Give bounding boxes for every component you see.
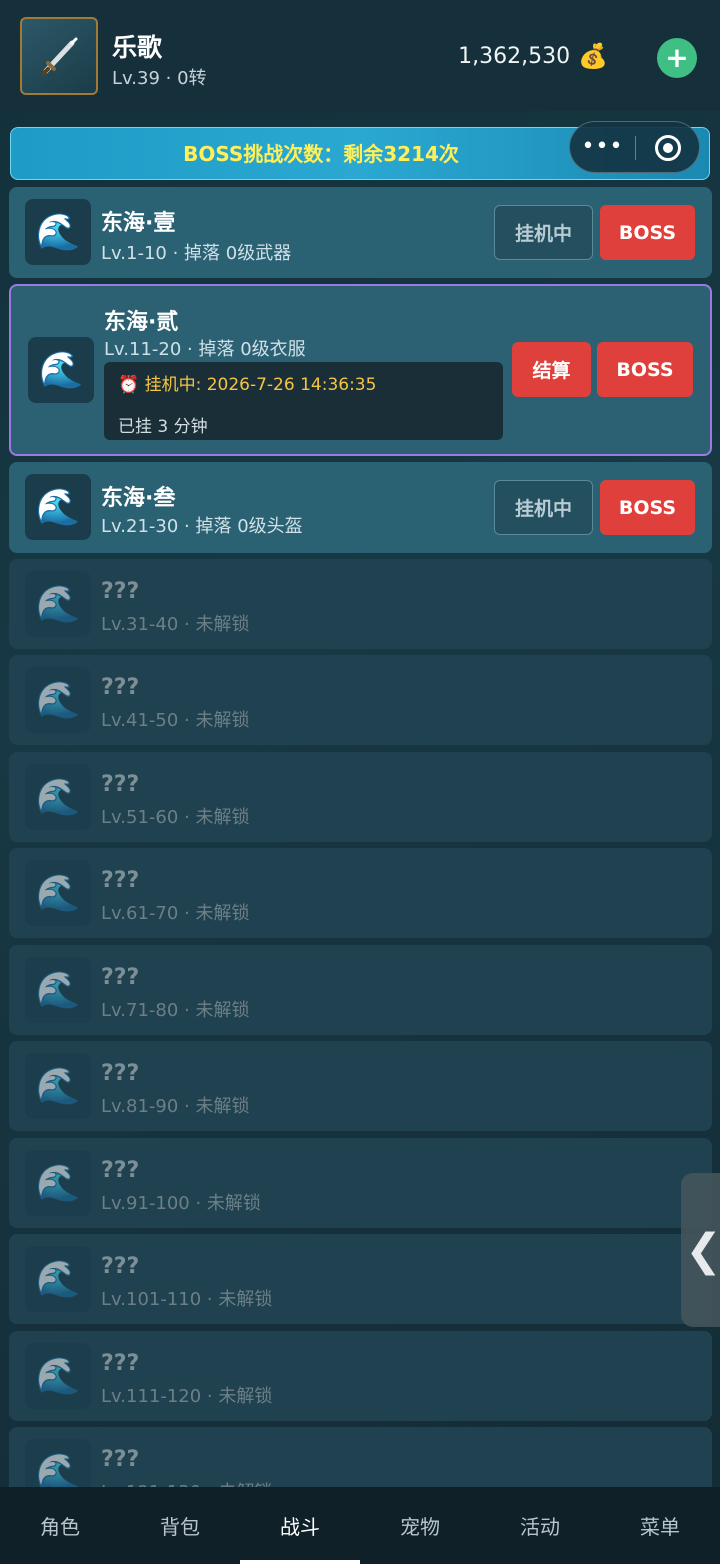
map-info: Lv.1-10 · 掉落 0级武器 bbox=[101, 243, 292, 264]
map-name: ??? bbox=[101, 965, 140, 990]
nav-tab-battle[interactable]: 战斗 bbox=[240, 1487, 360, 1564]
map-name: 东海·叁 bbox=[101, 486, 176, 511]
boss-button[interactable]: BOSS bbox=[600, 205, 695, 260]
boss-button[interactable]: BOSS bbox=[600, 480, 695, 535]
map-info: Lv.21-30 · 掉落 0级头盔 bbox=[101, 516, 303, 537]
wave-icon: 🌊 bbox=[25, 1343, 91, 1409]
map-card-locked[interactable]: 🌊 ??? Lv.71-80 · 未解锁 bbox=[9, 945, 712, 1035]
boss-button[interactable]: BOSS bbox=[597, 342, 693, 397]
wave-icon: 🌊 bbox=[25, 474, 91, 540]
wave-icon: 🌊 bbox=[25, 860, 91, 926]
nav-tab-menu[interactable]: 菜单 bbox=[600, 1487, 720, 1564]
map-card-locked[interactable]: 🌊 ??? Lv.111-120 · 未解锁 bbox=[9, 1331, 712, 1421]
map-info: Lv.41-50 · 未解锁 bbox=[101, 710, 250, 731]
map-name: ??? bbox=[101, 868, 140, 893]
map-name: ??? bbox=[101, 579, 140, 604]
map-name: ??? bbox=[101, 1351, 140, 1376]
map-info: Lv.121-130 · 未解锁 bbox=[101, 1478, 272, 1487]
idle-start-text: 挂机中: 2026-7-26 14:36:35 bbox=[144, 375, 377, 395]
wave-icon: 🌊 bbox=[25, 667, 91, 733]
nav-tab-character[interactable]: 角色 bbox=[0, 1487, 120, 1564]
map-info: Lv.111-120 · 未解锁 bbox=[101, 1386, 273, 1407]
map-name: 东海·贰 bbox=[104, 310, 179, 335]
idle-start-time: ⏰ 挂机中: 2026-7-26 14:36:35 bbox=[118, 370, 376, 395]
map-name: ??? bbox=[101, 1254, 140, 1279]
map-name: ??? bbox=[101, 1061, 140, 1086]
map-card-locked[interactable]: 🌊 ??? Lv.101-110 · 未解锁 bbox=[9, 1234, 712, 1324]
map-card-locked[interactable]: 🌊 ??? Lv.81-90 · 未解锁 bbox=[9, 1041, 712, 1131]
map-info: Lv.81-90 · 未解锁 bbox=[101, 1096, 250, 1117]
map-info: Lv.71-80 · 未解锁 bbox=[101, 1000, 250, 1021]
alarm-clock-icon: ⏰ bbox=[118, 375, 140, 395]
wave-icon: 🌊 bbox=[25, 571, 91, 637]
bottom-nav: 角色 背包 战斗 宠物 活动 菜单 bbox=[0, 1487, 720, 1564]
settle-button[interactable]: 结算 bbox=[512, 342, 591, 397]
nav-tab-bag[interactable]: 背包 bbox=[120, 1487, 240, 1564]
wave-icon: 🌊 bbox=[25, 957, 91, 1023]
idle-status-button[interactable]: 挂机中 bbox=[494, 480, 593, 535]
map-card-locked[interactable]: 🌊 ??? Lv.41-50 · 未解锁 bbox=[9, 655, 712, 745]
wave-icon: 🌊 bbox=[25, 764, 91, 830]
idle-status-button[interactable]: 挂机中 bbox=[494, 205, 593, 260]
map-card-locked[interactable]: 🌊 ??? Lv.61-70 · 未解锁 bbox=[9, 848, 712, 938]
nav-tab-activity[interactable]: 活动 bbox=[480, 1487, 600, 1564]
map-name: 东海·壹 bbox=[101, 211, 176, 236]
wave-icon: 🌊 bbox=[25, 199, 91, 265]
wave-icon: 🌊 bbox=[25, 1150, 91, 1216]
map-name: ??? bbox=[101, 772, 140, 797]
map-info: Lv.91-100 · 未解锁 bbox=[101, 1193, 261, 1214]
map-info: Lv.61-70 · 未解锁 bbox=[101, 903, 250, 924]
wave-icon: 🌊 bbox=[28, 337, 94, 403]
idle-duration: 已挂 3 分钟 bbox=[118, 417, 208, 437]
map-info: Lv.51-60 · 未解锁 bbox=[101, 807, 250, 828]
map-info: Lv.31-40 · 未解锁 bbox=[101, 614, 250, 635]
map-info: Lv.11-20 · 掉落 0级衣服 bbox=[104, 339, 306, 360]
wave-icon: 🌊 bbox=[25, 1439, 91, 1487]
wave-icon: 🌊 bbox=[25, 1246, 91, 1312]
idle-status-box: ⏰ 挂机中: 2026-7-26 14:36:35 已挂 3 分钟 bbox=[104, 362, 503, 440]
map-card-locked[interactable]: 🌊 ??? Lv.51-60 · 未解锁 bbox=[9, 752, 712, 842]
map-card-locked[interactable]: 🌊 ??? Lv.121-130 · 未解锁 bbox=[9, 1427, 712, 1487]
map-name: ??? bbox=[101, 675, 140, 700]
map-card: 🌊 东海·壹 Lv.1-10 · 掉落 0级武器 挂机中 BOSS bbox=[9, 187, 712, 278]
nav-tab-pet[interactable]: 宠物 bbox=[360, 1487, 480, 1564]
wave-icon: 🌊 bbox=[25, 1053, 91, 1119]
map-name: ??? bbox=[101, 1447, 140, 1472]
map-name: ??? bbox=[101, 1158, 140, 1183]
map-card-active: 🌊 东海·贰 Lv.11-20 · 掉落 0级衣服 ⏰ 挂机中: 2026-7-… bbox=[9, 284, 712, 456]
map-card-locked[interactable]: 🌊 ??? Lv.91-100 · 未解锁 bbox=[9, 1138, 712, 1228]
map-info: Lv.101-110 · 未解锁 bbox=[101, 1289, 273, 1310]
map-card-locked[interactable]: 🌊 ??? Lv.31-40 · 未解锁 bbox=[9, 559, 712, 649]
map-card: 🌊 东海·叁 Lv.21-30 · 掉落 0级头盔 挂机中 BOSS bbox=[9, 462, 712, 553]
map-list: 🌊 东海·壹 Lv.1-10 · 掉落 0级武器 挂机中 BOSS 🌊 东海·贰… bbox=[0, 0, 720, 1487]
side-drawer-handle[interactable]: ❮ bbox=[681, 1173, 720, 1327]
